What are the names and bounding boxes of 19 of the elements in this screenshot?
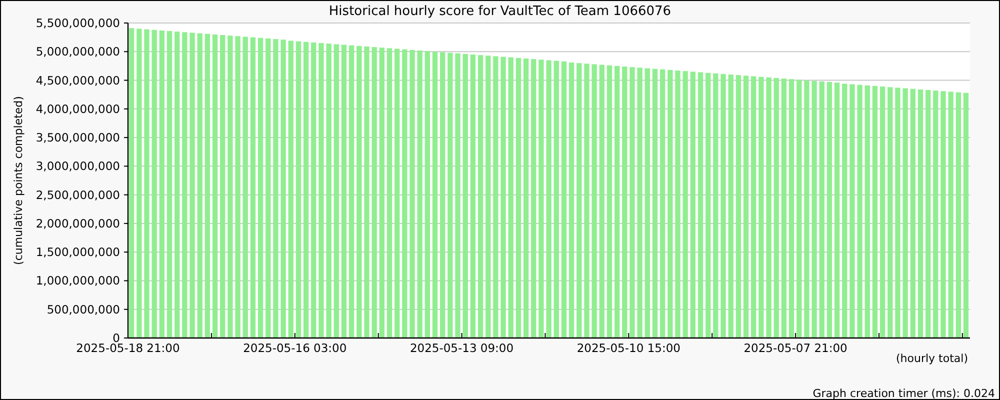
tick-label: 3,000,000,000 — [36, 159, 120, 174]
tick-label: 5,500,000,000 — [36, 16, 120, 30]
axis-label: (cumulative points completed) — [12, 96, 25, 265]
tick-label: 2,500,000,000 — [36, 188, 120, 202]
tick-label: 5,000,000,000 — [36, 44, 120, 59]
tick-label: 500,000,000 — [46, 302, 120, 316]
chart-title: Historical hourly score for VaultTec of Team 1066076 — [328, 4, 672, 19]
axis-label: (hourly total) — [896, 352, 968, 365]
tick-label: 4,500,000,000 — [36, 73, 120, 88]
tick-label: 1,500,000,000 — [36, 245, 120, 260]
tick-label: 2025-05-16 03:00 — [243, 341, 347, 355]
tick-label: 2,000,000,000 — [36, 216, 120, 230]
tick-label: 1,000,000,000 — [36, 274, 120, 288]
tick-label: 2025-05-13 09:00 — [410, 341, 514, 355]
tick-label: 3,500,000,000 — [36, 130, 120, 145]
tick-label: 4,000,000,000 — [36, 102, 120, 116]
tick-label: 2025-05-07 21:00 — [744, 341, 848, 355]
timer-text: Graph creation timer (ms): 0.024 — [812, 387, 995, 400]
tick-label: 2025-05-10 15:00 — [576, 341, 680, 355]
